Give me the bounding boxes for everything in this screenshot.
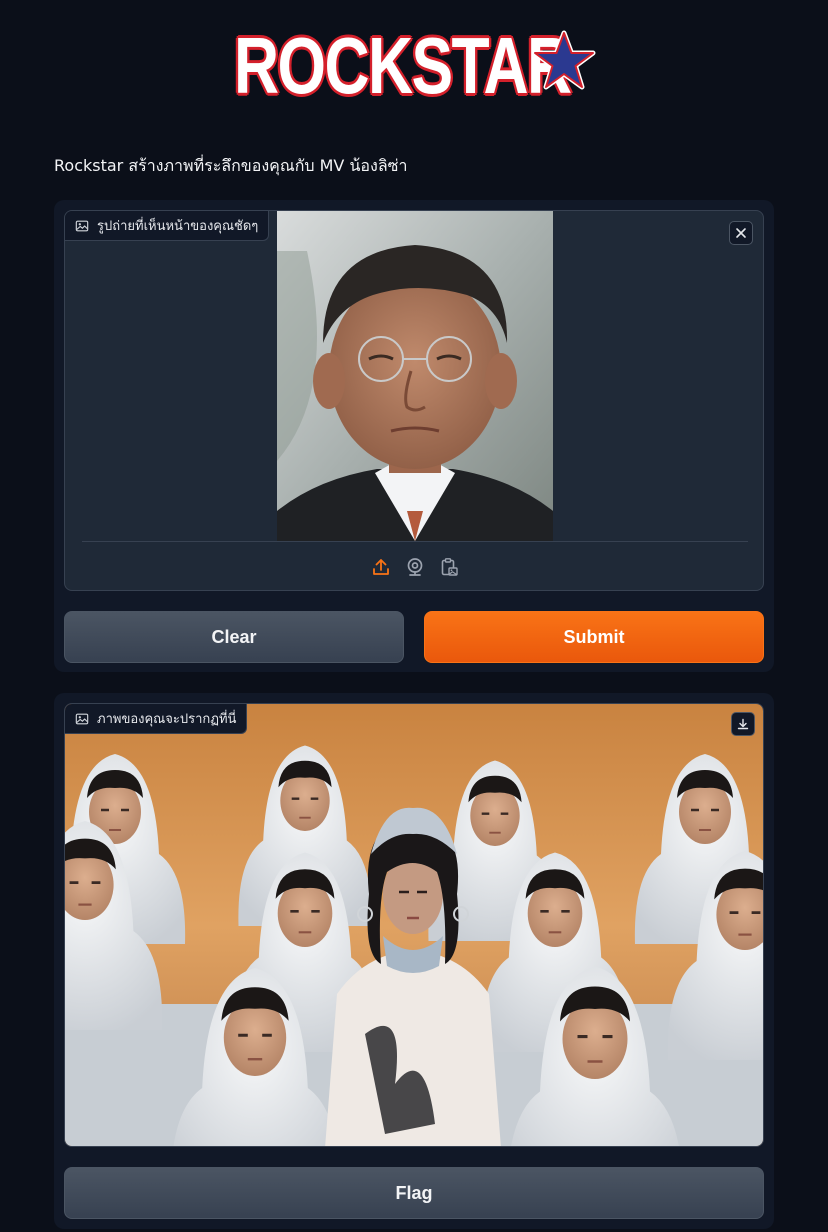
- image-icon: [75, 713, 89, 724]
- flag-button[interactable]: Flag: [64, 1167, 764, 1219]
- clear-button[interactable]: Clear: [64, 611, 404, 663]
- upload-icon: [373, 559, 389, 575]
- image-source-toolbar: [65, 551, 763, 583]
- output-image-label-text: ภาพของคุณจะปรากฏที่นี่: [97, 712, 237, 727]
- input-image-label: รูปถ่ายที่เห็นหน้าของคุณชัดๆ: [65, 211, 270, 241]
- image-icon: [75, 220, 89, 231]
- upload-source-button[interactable]: [369, 555, 393, 579]
- clipboard-icon: [441, 558, 458, 576]
- image-upload-area[interactable]: รูปถ่ายที่เห็นหน้าของคุณชัดๆ: [64, 210, 764, 591]
- clear-image-button[interactable]: [729, 221, 753, 245]
- input-image-label-text: รูปถ่ายที่เห็นหน้าของคุณชัดๆ: [97, 219, 259, 234]
- source-divider: [82, 541, 748, 542]
- app-description: Rockstar สร้างภาพที่ระลึกของคุณกับ MV น้…: [54, 156, 408, 175]
- clipboard-source-button[interactable]: [437, 555, 461, 579]
- input-panel: รูปถ่ายที่เห็นหน้าของคุณชัดๆ Clear Submi…: [54, 200, 774, 672]
- output-image-label: ภาพของคุณจะปรากฏที่นี่: [65, 704, 248, 734]
- generated-mv-image: [65, 704, 763, 1146]
- output-image-area: ภาพของคุณจะปรากฏที่นี่: [64, 703, 764, 1147]
- webcam-source-button[interactable]: [403, 555, 427, 579]
- output-panel: ภาพของคุณจะปรากฏที่นี่ Flag: [54, 693, 774, 1229]
- close-icon: [736, 228, 746, 238]
- uploaded-portrait-photo: [277, 211, 553, 541]
- logo-text: ROCKSTAR: [234, 21, 572, 110]
- download-button[interactable]: [731, 712, 755, 736]
- webcam-icon: [407, 558, 423, 576]
- star-icon: [532, 30, 596, 90]
- submit-button[interactable]: Submit: [424, 611, 764, 663]
- rockstar-logo: ROCKSTAR: [234, 22, 604, 112]
- download-icon: [737, 718, 749, 730]
